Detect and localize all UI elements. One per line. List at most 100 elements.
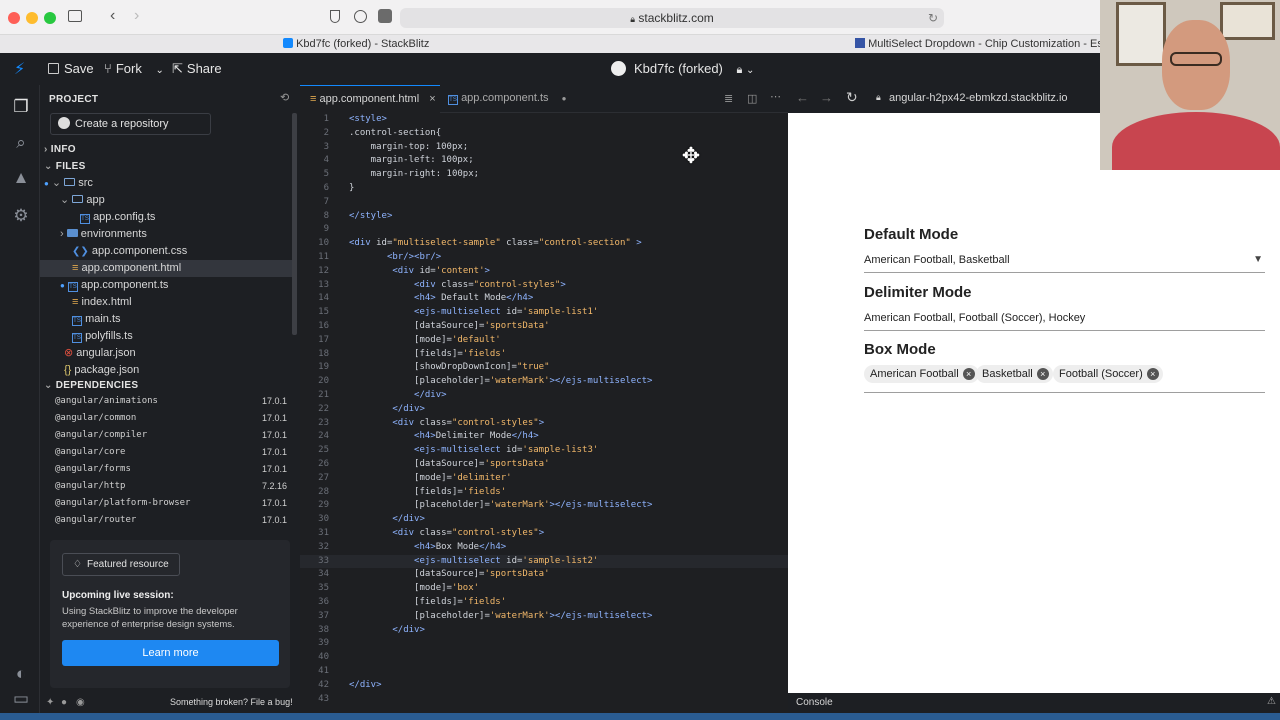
tree-item-angular-json[interactable]: ⊗ angular.json [64, 345, 318, 362]
tree-item-app-component-ts[interactable]: ● TS app.component.ts [60, 277, 314, 294]
code-line[interactable]: 6} [300, 182, 788, 196]
chevron-down-icon[interactable]: ⌄ [155, 65, 163, 76]
code-line[interactable]: 17 [mode]='default' [300, 334, 788, 348]
info-section-toggle[interactable]: › INFO [44, 141, 298, 158]
preview-forward-icon[interactable]: → [820, 90, 833, 105]
more-options-icon[interactable]: ⋯ [770, 90, 781, 103]
chip-close-icon[interactable]: × [1036, 368, 1049, 381]
discord-icon[interactable]: ◉ [76, 697, 85, 708]
files-icon[interactable]: ❐ [11, 97, 31, 117]
default-multiselect[interactable]: American Football, Basketball ▼ [864, 251, 1265, 273]
close-window-button[interactable] [8, 12, 20, 24]
shield-icon[interactable] [330, 10, 340, 23]
code-line[interactable]: 16 [dataSource]='sportsData' [300, 320, 788, 334]
tree-item-src[interactable]: ● ⌄ src [44, 175, 298, 192]
dependency-row[interactable]: @angular/platform-browser 17.0.1 [55, 495, 287, 512]
code-line[interactable]: 4 margin-left: 100px; [300, 154, 788, 168]
chip[interactable]: Basketball × [976, 365, 1053, 383]
sidebar-toggle-icon[interactable] [68, 10, 82, 22]
code-line[interactable]: 10 <div id="multiselect-sample" class="co… [300, 237, 788, 251]
code-line[interactable]: 33 <ejs-multiselect id='sample-list2' [300, 554, 788, 569]
code-line[interactable]: 42 </div> [300, 679, 788, 693]
tab-app-component-ts[interactable]: TS app.component.ts ● [448, 85, 573, 113]
close-icon[interactable]: × [429, 93, 435, 105]
files-section-toggle[interactable]: ⌄ FILES [44, 158, 298, 175]
code-line[interactable]: 38 </div> [300, 624, 788, 638]
code-line[interactable]: 26 [dataSource]='sportsData' [300, 458, 788, 472]
preview-back-icon[interactable]: ← [796, 90, 809, 105]
chip-close-icon[interactable]: × [962, 368, 975, 381]
zoom-window-button[interactable] [44, 12, 56, 24]
code-line[interactable]: 3 margin-top: 100px; [300, 141, 788, 155]
code-line[interactable]: 20 [placeholder]='waterMark'></ejs-multi… [300, 375, 788, 389]
code-line[interactable]: 14 <h4> Default Mode</h4> [300, 292, 788, 306]
preview-reload-icon[interactable]: ↻ [846, 89, 858, 106]
code-line[interactable]: 5 margin-right: 100px; [300, 168, 788, 182]
code-line[interactable]: 12 <div id='content'> [300, 265, 788, 279]
tree-item-polyfills-ts[interactable]: TS polyfills.ts [72, 328, 326, 345]
code-line[interactable]: 40 [300, 651, 788, 665]
explorer-scrollbar[interactable] [292, 113, 297, 335]
code-line[interactable]: 2 .control-section{ [300, 127, 788, 141]
address-bar[interactable]: 🔒︎ stackblitz.com ↻ [400, 8, 944, 28]
code-line[interactable]: 18 [fields]='fields' [300, 348, 788, 362]
settings-icon[interactable]: ⚙ [11, 206, 31, 226]
code-line[interactable]: 8 </style> [300, 210, 788, 224]
tab-app-component-html[interactable]: ≡ app.component.html × [300, 85, 440, 113]
globe-icon[interactable] [354, 10, 367, 23]
terminal-icon[interactable]: ▭ [11, 689, 31, 709]
back-icon[interactable]: ‹ [110, 7, 115, 25]
learn-more-button[interactable]: Learn more [62, 640, 279, 666]
project-name-button[interactable]: Kbd7fc (forked) 🔒︎ ⌄ [611, 61, 754, 77]
dependency-row[interactable]: @angular/core 17.0.1 [55, 444, 287, 461]
code-line[interactable]: 7 [300, 196, 788, 210]
code-line[interactable]: 28 [fields]='fields' [300, 486, 788, 500]
github-icon[interactable]: ● [61, 697, 67, 708]
tree-item-app-component-css[interactable]: ❮❯ app.component.css [72, 243, 326, 260]
delimiter-multiselect[interactable]: American Football, Football (Soccer), Ho… [864, 309, 1265, 331]
tree-item-environments[interactable]: › environments [60, 226, 314, 243]
tree-item-main-ts[interactable]: TS main.ts [72, 311, 326, 328]
dropdown-arrow-icon[interactable]: ▼ [1253, 251, 1263, 269]
fork-button[interactable]: ⑂ Fork ⌄ [104, 61, 164, 76]
code-line[interactable]: 1 <style> [300, 113, 788, 127]
tree-item-index-html[interactable]: ≡ index.html [72, 294, 326, 311]
code-line[interactable]: 31 <div class="control-styles"> [300, 527, 788, 541]
code-line[interactable]: 9 [300, 223, 788, 237]
code-line[interactable]: 15 <ejs-multiselect id='sample-list1' [300, 306, 788, 320]
dependency-row[interactable]: @angular/http 7.2.16 [55, 478, 287, 495]
save-button[interactable]: Save [48, 61, 94, 76]
code-line[interactable]: 22 </div> [300, 403, 788, 417]
code-line[interactable]: 34 [dataSource]='sportsData' [300, 568, 788, 582]
format-icon[interactable]: ≣ [724, 92, 733, 105]
box-multiselect[interactable]: American Football × Basketball × Football … [864, 365, 1265, 393]
code-line[interactable]: 13 <div class="control-styles"> [300, 279, 788, 293]
create-repository-button[interactable]: Create a repository [50, 113, 211, 135]
code-line[interactable]: 29 [placeholder]='waterMark'></ejs-multi… [300, 499, 788, 513]
chip[interactable]: American Football × [864, 365, 979, 383]
code-line[interactable]: 43 [300, 693, 788, 707]
code-line[interactable]: 27 [mode]='delimiter' [300, 472, 788, 486]
forward-icon[interactable]: › [134, 7, 139, 25]
reload-icon[interactable]: ↻ [928, 8, 938, 28]
theme-toggle-icon[interactable]: ◐ [11, 664, 31, 684]
code-line[interactable]: 41 [300, 665, 788, 679]
share-button[interactable]: ⇱ Share [172, 61, 222, 77]
firebase-icon[interactable]: ▲ [11, 168, 31, 188]
dependency-row[interactable]: @angular/common 17.0.1 [55, 410, 287, 427]
code-editor[interactable]: 1 <style> 2 .control-section{3 margin-top: … [300, 113, 788, 713]
extension-icon[interactable] [378, 9, 392, 23]
collapse-all-icon[interactable]: ⟲ [280, 91, 289, 104]
dependency-row[interactable]: @angular/animations 17.0.1 [55, 393, 287, 410]
code-line[interactable]: 25 <ejs-multiselect id='sample-list3' [300, 444, 788, 458]
code-line[interactable]: 35 [mode]='box' [300, 582, 788, 596]
code-line[interactable]: 23 <div class="control-styles"> [300, 417, 788, 431]
code-line[interactable]: 36 [fields]='fields' [300, 596, 788, 610]
code-line[interactable]: 19 [showDropDownIcon]="true" [300, 361, 788, 375]
chip[interactable]: Football (Soccer) × [1053, 365, 1163, 383]
code-line[interactable]: 32 <h4>Box Mode</h4> [300, 541, 788, 555]
dependencies-section-toggle[interactable]: ⌄ DEPENDENCIES [44, 377, 298, 394]
tree-item-app[interactable]: ⌄ app [60, 192, 314, 209]
code-line[interactable]: 37 [placeholder]='waterMark'></ejs-multi… [300, 610, 788, 624]
dependency-row[interactable]: @angular/compiler 17.0.1 [55, 427, 287, 444]
